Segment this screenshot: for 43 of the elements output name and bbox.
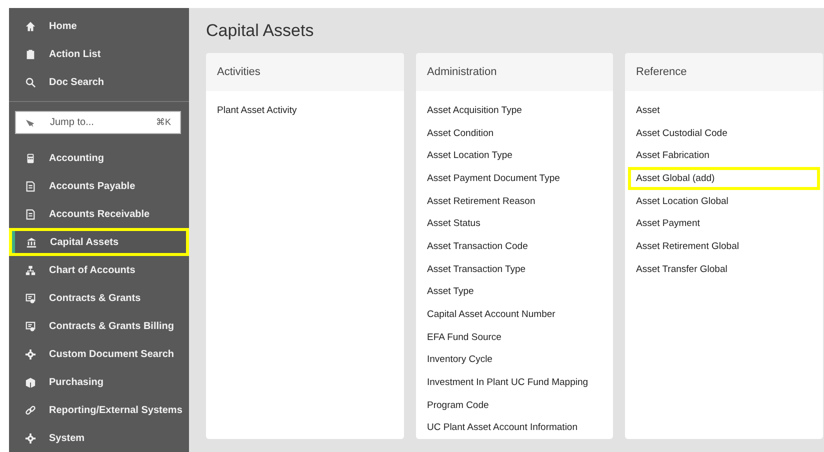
page-title: Capital Assets — [206, 21, 315, 41]
nav-item[interactable]: Contracts & Grants Billing — [9, 312, 189, 340]
card-link[interactable]: Program Code — [419, 394, 610, 417]
card-link[interactable]: Asset Transfer Global — [628, 258, 820, 280]
card-link[interactable]: Asset Fabrication — [628, 144, 820, 168]
card-link[interactable]: Asset — [628, 99, 820, 122]
nav-item[interactable]: Contracts & Grants — [9, 284, 189, 312]
card-link[interactable]: Asset Global (add) — [628, 167, 820, 190]
shortcut-hint: ⌘K — [156, 117, 171, 127]
card-link[interactable]: Asset Type — [419, 280, 610, 304]
card-link[interactable]: Asset Custodial Code — [628, 122, 820, 144]
nav-item[interactable]: Capital Assets — [9, 228, 189, 256]
card-header: Activities — [206, 53, 404, 91]
nav-item[interactable]: Home — [9, 12, 189, 40]
card-link[interactable]: Asset Location Type — [419, 144, 610, 168]
nav-item[interactable]: Accounts Payable — [9, 172, 189, 200]
card-link[interactable]: Asset Condition — [419, 122, 610, 144]
card-link[interactable]: Asset Status — [419, 212, 610, 236]
nav-item[interactable]: System — [9, 424, 189, 452]
card-link[interactable]: Asset Retirement Reason — [419, 190, 610, 212]
card-link[interactable]: Inventory Cycle — [419, 348, 610, 372]
nav-item[interactable]: Accounts Receivable — [9, 200, 189, 228]
nav-item[interactable]: Doc Search — [9, 68, 189, 96]
nav-item[interactable]: Purchasing — [9, 368, 189, 396]
card-link[interactable]: EFA Fund Source — [419, 326, 610, 349]
card-link[interactable]: Asset Location Global — [628, 190, 820, 212]
card-link[interactable]: Asset Transaction Type — [419, 258, 610, 280]
nav-item[interactable]: Chart of Accounts — [9, 256, 189, 284]
card-header: Administration — [416, 53, 613, 91]
nav-item[interactable]: Reporting/External Systems — [9, 396, 189, 424]
card-link[interactable]: Asset Retirement Global — [628, 235, 820, 258]
card-link[interactable]: Asset Acquisition Type — [419, 99, 610, 122]
nav-item[interactable]: Custom Document Search — [9, 340, 189, 368]
card-header: Reference — [625, 53, 823, 91]
card-link[interactable]: Plant Asset Activity — [209, 99, 401, 122]
card-link[interactable]: Investment In Plant UC Fund Mapping — [419, 371, 610, 394]
card-link[interactable]: Asset Transaction Code — [419, 235, 610, 258]
nav-item[interactable]: Action List — [9, 40, 189, 68]
card-link[interactable]: UC Plant Asset Account Information — [419, 416, 610, 440]
card-link[interactable]: Asset Payment Document Type — [419, 167, 610, 190]
nav-item[interactable]: Accounting — [9, 144, 189, 172]
card-link[interactable]: Capital Asset Account Number — [419, 303, 610, 326]
card-link[interactable]: Asset Payment — [628, 212, 820, 236]
